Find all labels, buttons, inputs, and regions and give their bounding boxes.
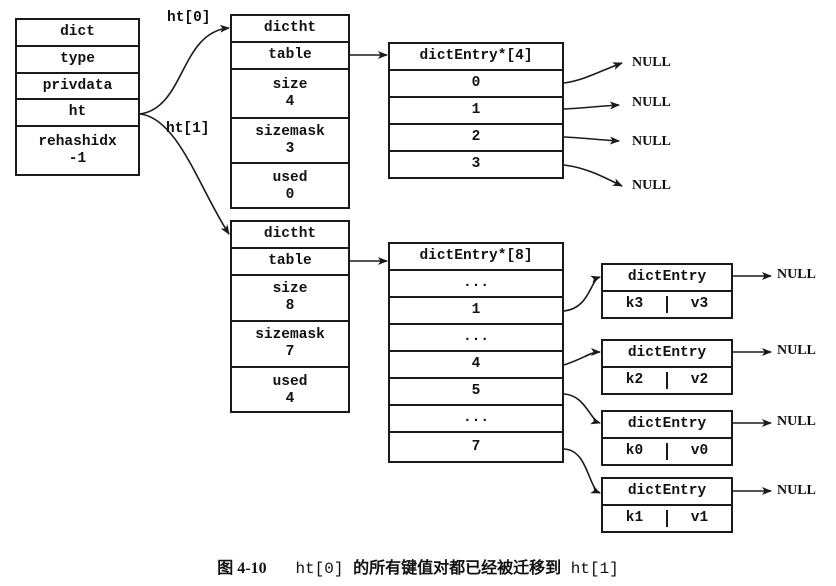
slot5-entry-arrow (563, 393, 601, 425)
slot1-null-arrow (563, 101, 620, 110)
caption-text: 的所有键值对都已经被迁移到 (353, 558, 562, 577)
slot2-null-arrow (563, 136, 620, 145)
caption-code-2: ht[1] (570, 560, 619, 578)
ht0-arrow (139, 24, 230, 115)
slot1-entry-arrow (563, 275, 601, 312)
caption-code-1: ht[0] (295, 560, 344, 578)
connector-layer (139, 24, 772, 495)
figure-caption: 图 4-10 ht[0] 的所有键值对都已经被迁移到 ht[1] (0, 554, 836, 578)
slot4-entry-arrow (563, 348, 601, 366)
figure-number: 图 4-10 (217, 560, 267, 577)
slot7-entry-arrow (563, 448, 601, 494)
slot3-null-arrow (563, 164, 623, 187)
slot0-null-arrow (563, 62, 623, 84)
ht1-arrow (139, 113, 230, 235)
